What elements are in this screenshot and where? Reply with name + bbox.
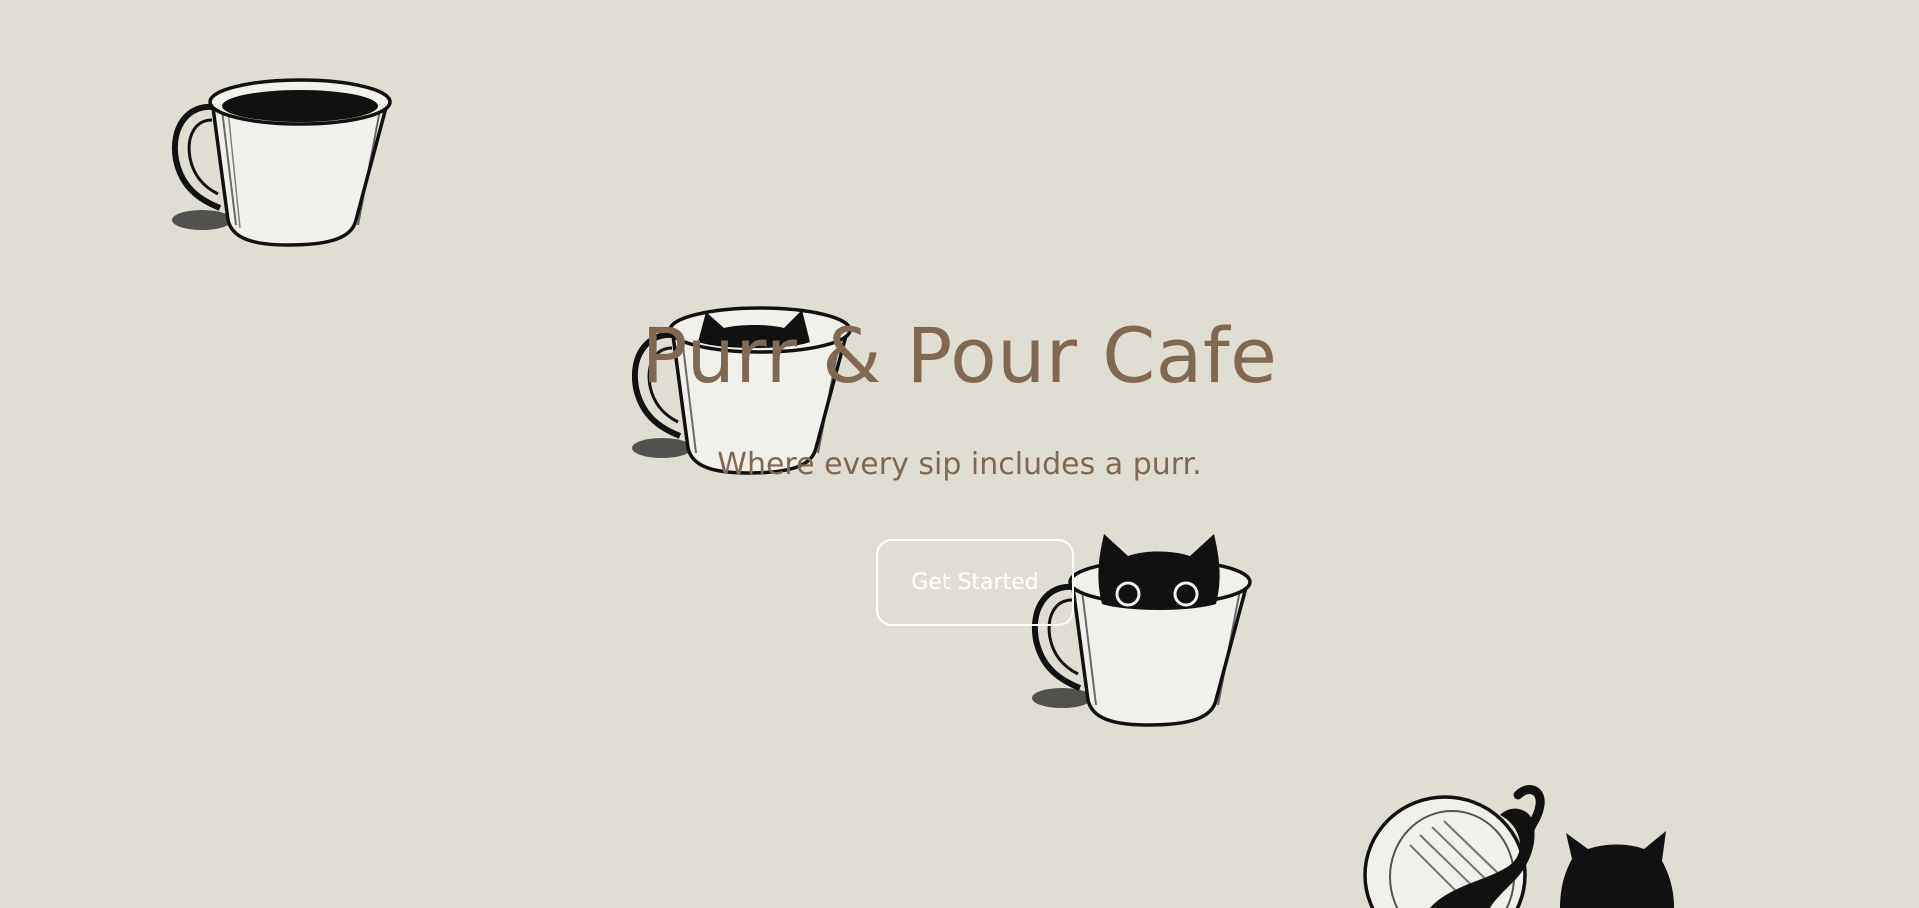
coffee-cup-icon [171, 78, 392, 247]
tagline: Where every sip includes a purr. [717, 447, 1202, 482]
tipped-cup-cats-icon [1363, 785, 1674, 908]
page-title: Purr & Pour Cafe [641, 311, 1278, 400]
get-started-button[interactable]: Get Started [876, 539, 1074, 626]
hero-section: Purr & Pour Cafe Where every sip include… [0, 0, 1919, 908]
